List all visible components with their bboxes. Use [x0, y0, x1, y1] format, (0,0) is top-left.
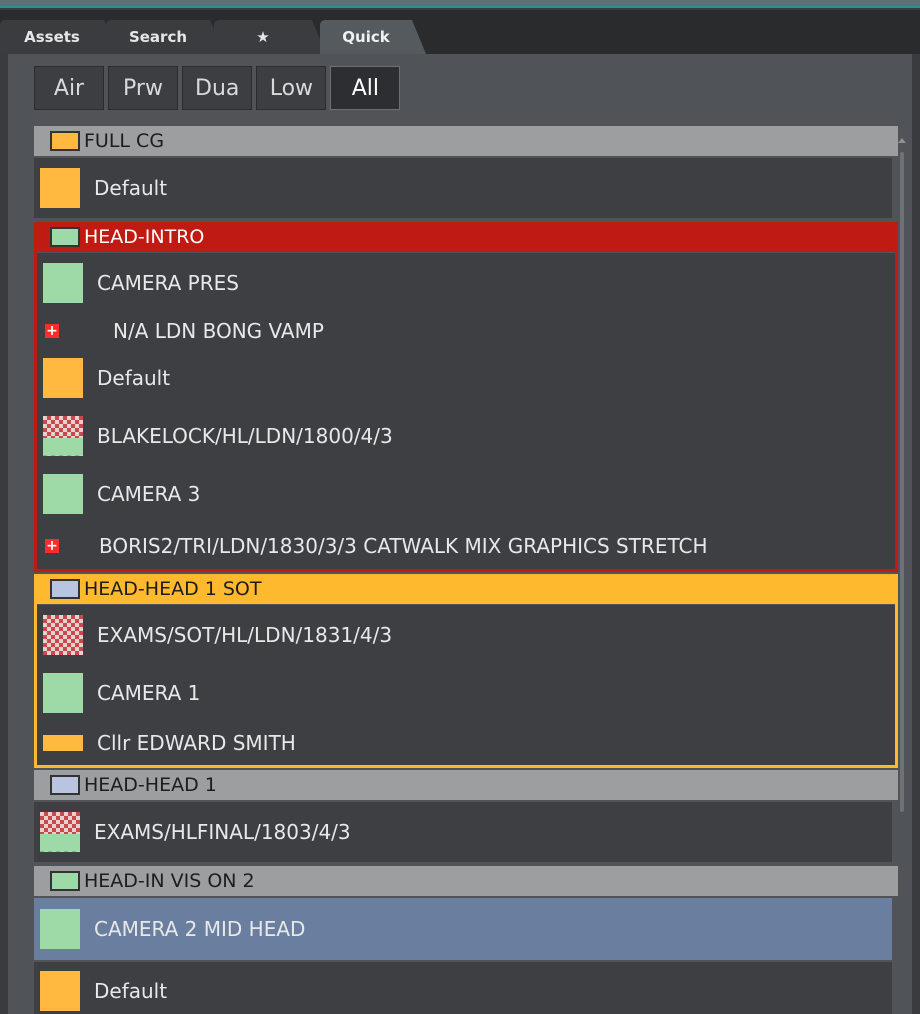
list-item[interactable]: BLAKELOCK/HL/LDN/1800/4/3	[37, 407, 895, 465]
add-icon: +	[45, 538, 59, 554]
item-label: CAMERA 1	[97, 681, 201, 705]
group-full-cg[interactable]: FULL CG Default	[34, 126, 898, 218]
item-label: CAMERA PRES	[97, 271, 239, 295]
filter-prw-button[interactable]: Prw	[108, 66, 178, 110]
star-icon: ★	[256, 28, 270, 46]
group-header[interactable]: HEAD-HEAD 1 SOT	[34, 574, 898, 604]
tab-label: Quick	[342, 28, 390, 46]
tab-favorites[interactable]: ★	[214, 20, 326, 54]
filter-all-button[interactable]: All	[330, 66, 401, 110]
template-thumbnail	[43, 263, 83, 303]
group-title: HEAD-IN VIS ON 2	[84, 870, 255, 892]
list-item[interactable]: CAMERA 2 MID HEAD	[34, 898, 892, 960]
group-head-head-1-sot[interactable]: HEAD-HEAD 1 SOT EXAMS/SOT/HL/LDN/1831/4/…	[34, 574, 898, 768]
template-thumbnail	[40, 909, 80, 949]
group-title: HEAD-INTRO	[84, 226, 205, 248]
list-item[interactable]: EXAMS/SOT/HL/LDN/1831/4/3	[37, 605, 895, 665]
filter-low-button[interactable]: Low	[256, 66, 327, 110]
item-label: CAMERA 3	[97, 482, 201, 506]
list-item[interactable]: Cllr EDWARD SMITH	[37, 721, 895, 765]
group-color-swatch	[50, 775, 80, 795]
template-thumbnail	[43, 416, 83, 456]
tab-quick[interactable]: Quick	[320, 20, 426, 54]
group-header[interactable]: HEAD-INTRO	[34, 222, 898, 252]
filter-air-button[interactable]: Air	[34, 66, 104, 110]
group-head-head-1[interactable]: HEAD-HEAD 1 EXAMS/HLFINAL/1803/4/3	[34, 770, 898, 862]
item-label: BLAKELOCK/HL/LDN/1800/4/3	[97, 424, 393, 448]
group-head-in-vis-on-2[interactable]: HEAD-IN VIS ON 2 CAMERA 2 MID HEAD Defau…	[34, 866, 898, 1014]
scrollbar-thumb[interactable]	[900, 152, 904, 812]
group-title: HEAD-HEAD 1	[84, 774, 217, 796]
group-color-swatch	[50, 579, 80, 599]
group-head-intro[interactable]: HEAD-INTRO CAMERA PRES + N/A LDN BONG VA…	[34, 222, 898, 572]
vertical-scrollbar[interactable]	[897, 130, 906, 1014]
item-label: EXAMS/HLFINAL/1803/4/3	[94, 820, 351, 844]
item-label: BORIS2/TRI/LDN/1830/3/3 CATWALK MIX GRAP…	[99, 534, 708, 558]
list-item[interactable]: CAMERA 3	[37, 465, 895, 523]
list-item[interactable]: CAMERA PRES	[37, 253, 895, 313]
tab-strip: Assets Search ★ Quick	[0, 10, 920, 54]
group-header[interactable]: FULL CG	[34, 126, 898, 156]
list-item[interactable]: + BORIS2/TRI/LDN/1830/3/3 CATWALK MIX GR…	[37, 523, 895, 569]
list-item[interactable]: EXAMS/HLFINAL/1803/4/3	[34, 802, 892, 862]
template-thumbnail	[43, 474, 83, 514]
quick-panel: Air Prw Dua Low All FULL CG Default HEAD…	[8, 54, 912, 1014]
template-thumbnail	[40, 168, 80, 208]
item-label: EXAMS/SOT/HL/LDN/1831/4/3	[97, 623, 393, 647]
list-item[interactable]: CAMERA 1	[37, 665, 895, 721]
tab-label: Assets	[24, 28, 80, 46]
item-label: Default	[94, 979, 168, 1003]
group-color-swatch	[50, 131, 80, 151]
list-item[interactable]: Default	[34, 158, 892, 218]
filter-button-row: Air Prw Dua Low All	[34, 66, 401, 110]
tab-search[interactable]: Search	[106, 20, 224, 54]
group-title: HEAD-HEAD 1 SOT	[84, 578, 262, 600]
list-item[interactable]: + N/A LDN BONG VAMP	[37, 313, 895, 349]
group-color-swatch	[50, 871, 80, 891]
add-icon: +	[45, 323, 59, 339]
item-label: N/A LDN BONG VAMP	[113, 319, 324, 343]
item-label: CAMERA 2 MID HEAD	[94, 917, 306, 941]
tab-assets[interactable]: Assets	[0, 20, 118, 54]
group-header[interactable]: HEAD-IN VIS ON 2	[34, 866, 898, 896]
list-item[interactable]: Default	[37, 349, 895, 407]
filter-dua-button[interactable]: Dua	[182, 66, 253, 110]
rundown-list: FULL CG Default HEAD-INTRO CAMERA PRES +…	[34, 126, 898, 1014]
template-thumbnail	[40, 971, 80, 1011]
template-thumbnail	[43, 735, 83, 751]
scroll-up-arrow-icon[interactable]	[898, 138, 906, 143]
item-label: Cllr EDWARD SMITH	[97, 731, 296, 755]
group-title: FULL CG	[84, 130, 165, 152]
template-thumbnail	[40, 812, 80, 852]
list-item[interactable]: Default	[34, 962, 892, 1014]
item-label: Default	[94, 176, 168, 200]
template-thumbnail	[43, 673, 83, 713]
window-top-border	[0, 0, 920, 8]
group-header[interactable]: HEAD-HEAD 1	[34, 770, 898, 800]
group-color-swatch	[50, 227, 80, 247]
template-thumbnail	[43, 358, 83, 398]
template-thumbnail	[43, 615, 83, 655]
tab-label: Search	[128, 28, 188, 46]
item-label: Default	[97, 366, 171, 390]
